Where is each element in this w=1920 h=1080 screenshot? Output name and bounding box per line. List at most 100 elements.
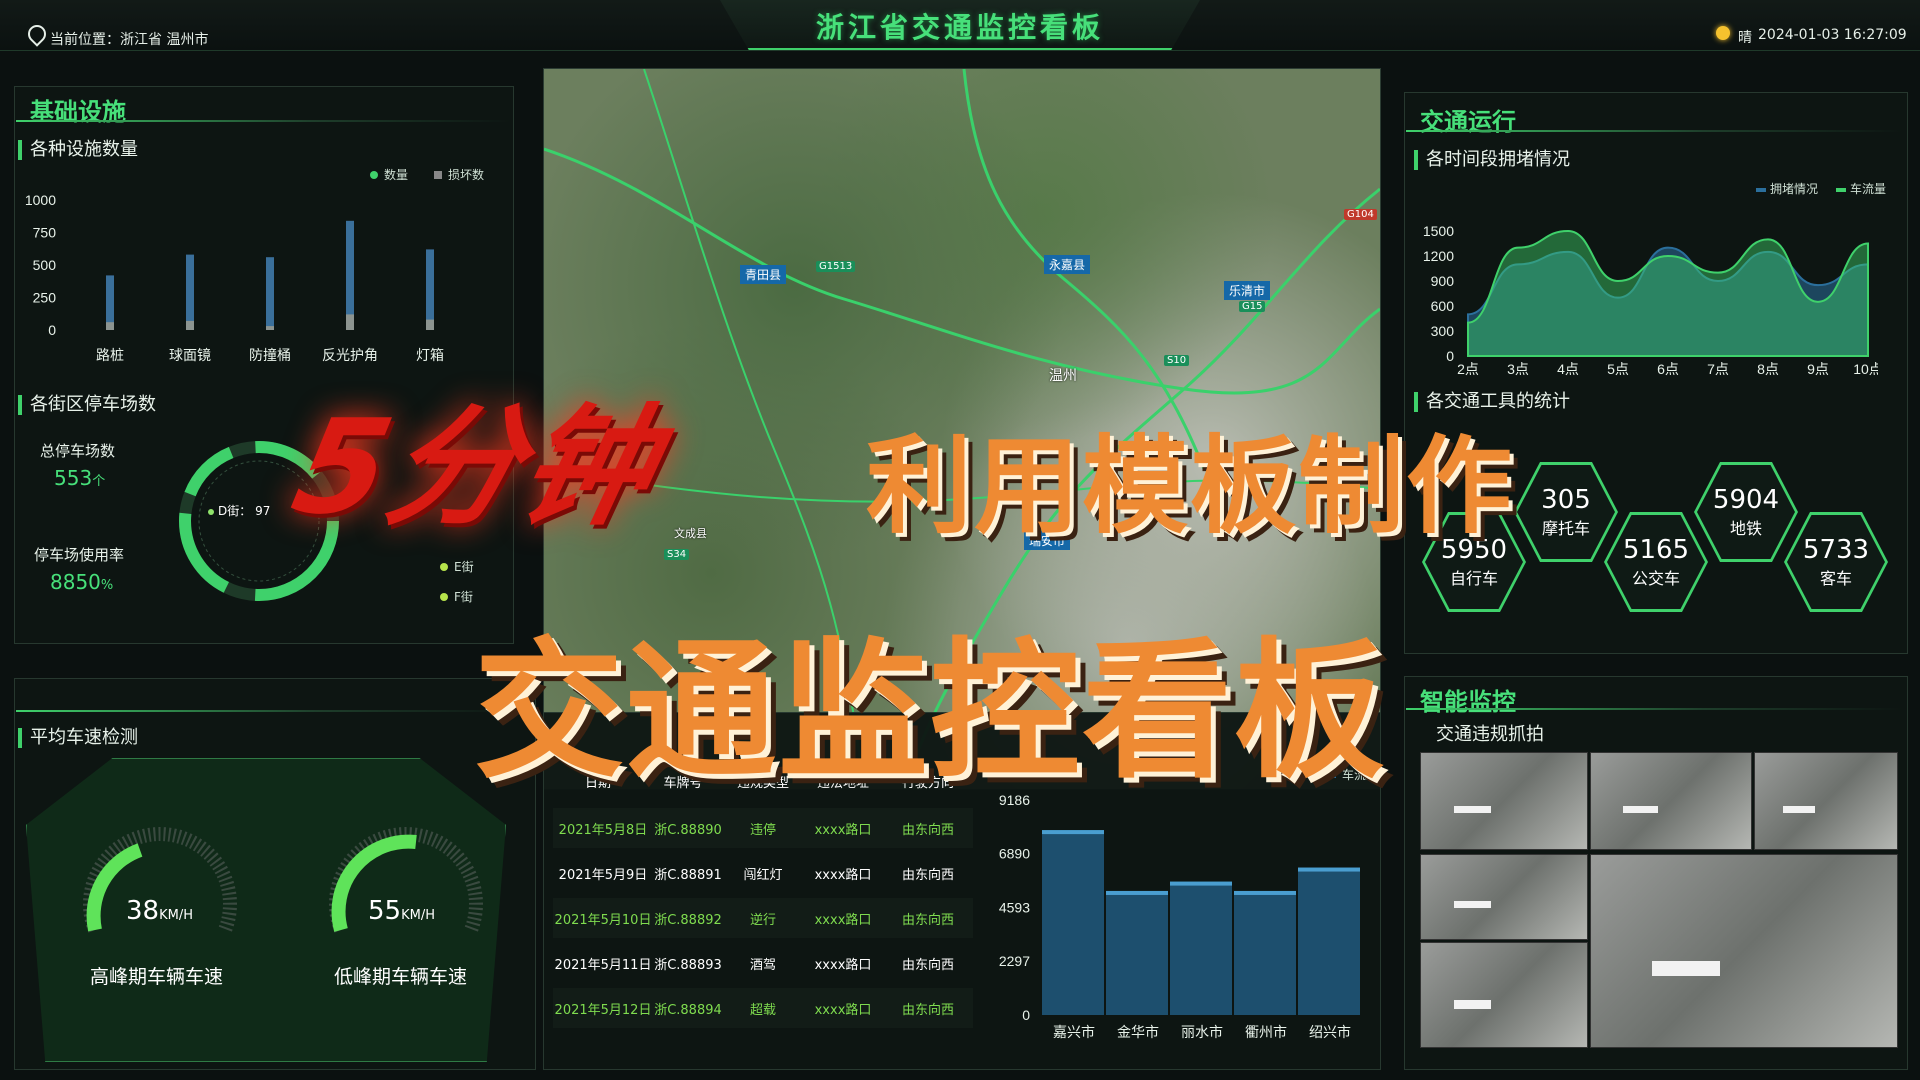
table-row[interactable]: 2021年5月9日 浙C.88891 闯红灯 xxxx路口 由东向西 [553,853,973,893]
congestion-subtitle: 各时间段拥堵情况 [1414,150,1570,170]
y-tick-label: 4593 [999,900,1030,916]
camera-feed-5[interactable] [1420,942,1588,1048]
cell-date: 2021年5月8日 [558,822,648,838]
x-tick-label: 5点 [1607,361,1629,376]
table-row[interactable]: 2021年5月10日 浙C.88892 逆行 xxxx路口 由东向西 [553,898,973,938]
legend-f: F街 [440,588,473,605]
legend-f-dot [440,593,448,601]
gauge-offpeak-unit: KM/H [401,908,435,923]
camera-feed-3[interactable] [1754,752,1898,850]
gauge-peak-value: 38KM/H [126,896,193,926]
x-tick-label: 丽水市 [1181,1024,1223,1040]
camera-feed-1[interactable] [1420,752,1588,850]
x-tick-label: 嘉兴市 [1053,1024,1095,1040]
x-tick-label: 灯箱 [416,347,444,363]
gauge-offpeak [329,827,483,933]
cell-direction: 由东向西 [901,912,954,928]
map-label-qingtian: 青田县 [740,265,787,284]
bar-cityflow [1042,830,1104,1015]
table-row[interactable]: 2021年5月12日 浙C.88894 超载 xxxx路口 由东向西 [553,988,973,1028]
bar-cityflow-cap [1298,867,1360,872]
gauge-offpeak-value: 55KM/H [368,896,435,926]
x-tick-label: 2点 [1457,361,1479,376]
parking-subtitle: 各街区停车场数 [18,395,156,415]
traffic-title-line [1406,130,1902,132]
hex-motorbike-label: 摩托车 [1541,519,1590,538]
bar-cityflow [1106,890,1168,1015]
road-g104: G104 [1344,209,1377,220]
congestion-legend-swatch [1756,187,1766,192]
road-s34: S34 [664,549,690,560]
cell-date: 2021年5月9日 [558,867,648,883]
x-tick-label: 衢州市 [1245,1024,1287,1040]
congestion-legend-b: 车流量 [1836,180,1886,197]
x-tick-label: 6点 [1657,361,1679,376]
monitor-title: 智能监控 [1420,688,1516,716]
cell-address: xxxx路口 [814,912,872,928]
promo-five-minutes: 5分钟 [281,391,671,543]
parking-usage-unit: % [100,578,114,593]
x-tick-label: 4点 [1557,361,1579,376]
table-row[interactable]: 2021年5月8日 浙C.88890 违停 xxxx路口 由东向西 [553,808,973,848]
cell-date: 2021年5月11日 [554,957,652,973]
infrastructure-title-line [16,120,510,122]
bar-count [426,249,434,330]
cell-direction: 由东向西 [901,822,954,838]
x-tick-label: 反光护角 [322,347,378,363]
hex-bus-label: 公交车 [1631,569,1680,588]
legend-dot-damage [434,171,442,179]
cell-address: xxxx路口 [814,957,872,973]
page-title: 浙江省交通监控看板 [815,11,1104,44]
ring-label: D街： 97 [208,502,270,519]
x-tick-label: 防撞桶 [249,347,291,363]
congestion-chart: 0 300 600 900 1200 1500 2点 3点 4点 5点 6点 7点 8点 9点 10点 [1423,223,1878,376]
total-parking-label: 总停车场数 [40,442,116,460]
road-s10: S10 [1164,355,1190,366]
x-tick-label: 10点 [1853,361,1878,376]
ring-dot [208,509,214,515]
camera-feed-4[interactable] [1420,854,1588,940]
gauge-peak-number: 38 [126,896,160,926]
bar-cityflow-cap [1106,890,1168,895]
legend-damage: 损坏数 [434,166,484,183]
gauge-peak [83,827,237,933]
map-label-yueqing: 乐清市 [1224,281,1271,300]
table-row[interactable]: 2021年5月11日 浙C.88893 酒驾 xxxx路口 由东向西 [553,943,973,983]
x-tick-label: 球面镜 [169,347,211,363]
ring-label-text: D街： [218,504,252,518]
y-tick-label: 750 [33,225,57,241]
y-tick-label: 1500 [1423,223,1454,239]
y-tick-label: 0 [1022,1007,1030,1023]
legend-count-label: 数量 [384,168,409,182]
cell-type: 闯红灯 [743,867,783,883]
parking-usage-value: 8850% [50,570,113,594]
cityflow-chart: 02297459368909186嘉兴市 金华市 丽水市 衢州市 绍兴市 [999,792,1360,1040]
flow-legend-swatch [1836,187,1846,192]
cell-plate: 浙C.88894 [654,1002,722,1018]
x-tick-label: 9点 [1807,361,1829,376]
camera-feed-6[interactable] [1590,854,1898,1048]
hex-metro-value: 5904 [1712,485,1780,515]
bar-count [346,220,354,330]
y-tick-label: 900 [1431,273,1455,289]
speed-title-line [16,710,516,712]
y-tick-label: 1000 [25,192,56,208]
legend-f-label: F街 [454,590,473,604]
legend-e: E街 [440,558,474,575]
road-g1513: G1513 [816,261,856,272]
gauge-offpeak-label: 低峰期车辆车速 [334,966,468,988]
hex-coach-value: 5733 [1802,535,1870,565]
hex-bus-value: 5165 [1622,535,1690,565]
x-tick-label: 7点 [1707,361,1729,376]
cell-type: 逆行 [749,912,776,928]
cell-plate: 浙C.88891 [654,867,722,883]
cell-date: 2021年5月12日 [554,1002,652,1018]
legend-dot-count [370,171,378,179]
camera-feed-2[interactable] [1590,752,1752,850]
map-label-wenzhou: 温州 [1049,368,1077,384]
y-tick-label: 1200 [1423,248,1454,264]
hex-coach-label: 客车 [1819,569,1852,588]
cell-plate: 浙C.88890 [654,822,722,838]
gauge-peak-label: 高峰期车辆车速 [90,966,224,988]
bar-damage [186,320,194,330]
